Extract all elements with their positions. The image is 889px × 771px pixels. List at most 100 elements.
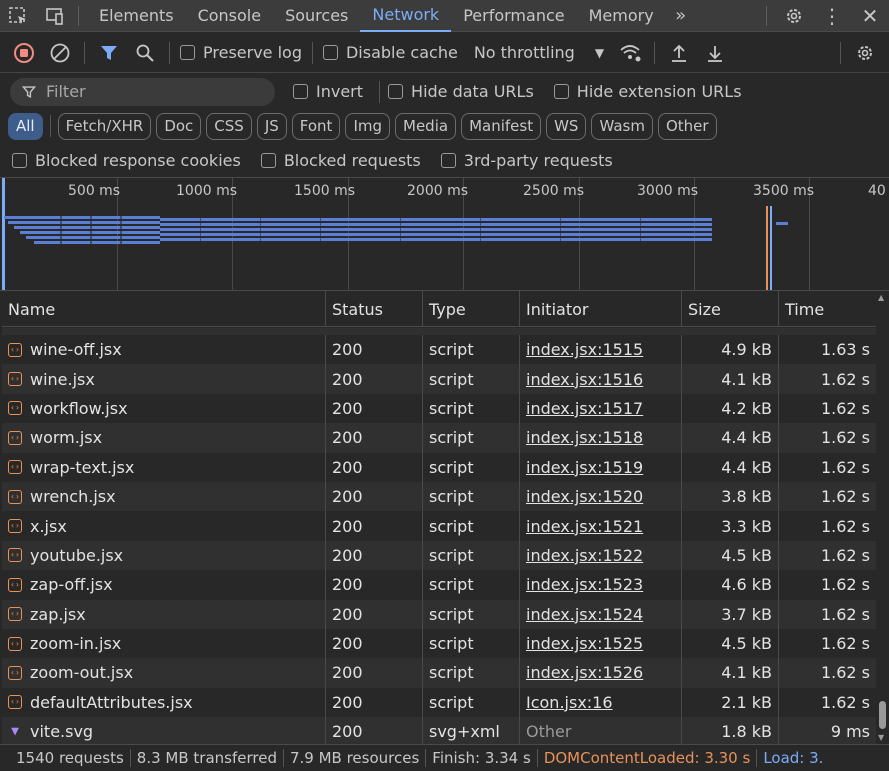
close-icon[interactable]: ✕: [851, 0, 889, 32]
network-conditions-icon[interactable]: [612, 37, 648, 69]
table-row[interactable]: ‹› zoom-in.jsx 200 script index.jsx:1525 4.5 …: [2, 628, 876, 659]
column-header-type[interactable]: Type: [423, 291, 520, 327]
preserve-log-checkbox[interactable]: Preserve log: [180, 43, 302, 62]
initiator-link[interactable]: index.jsx:1524: [526, 605, 643, 624]
scroll-down-arrow-icon[interactable]: ▼: [878, 733, 884, 742]
table-row[interactable]: ‹› workflow.jsx 200 script index.jsx:1517 4.2…: [2, 393, 876, 424]
cell-initiator: index.jsx:1515: [520, 335, 682, 365]
initiator-link[interactable]: index.jsx:1518: [526, 428, 643, 447]
table-row[interactable]: ‹› wine.jsx 200 script index.jsx:1516 4.1 kB 1…: [2, 364, 876, 394]
stop-recording-icon[interactable]: [6, 37, 42, 69]
initiator-link[interactable]: index.jsx:1525: [526, 634, 643, 653]
cell-initiator: index.jsx:1526: [520, 658, 682, 688]
network-overview-timeline[interactable]: 500 ms 1000 ms 1500 ms 2000 ms 2500 ms 3…: [0, 177, 889, 291]
invert-checkbox[interactable]: Invert: [293, 82, 363, 101]
tab-performance[interactable]: Performance: [451, 0, 576, 32]
checkbox-box[interactable]: [322, 45, 338, 60]
tab-sources[interactable]: Sources: [273, 0, 360, 32]
table-row[interactable]: ‹› wrap-text.jsx 200 script index.jsx:1519 4.…: [2, 452, 876, 482]
chip-other[interactable]: Other: [657, 112, 717, 140]
initiator-link[interactable]: index.jsx:1523: [526, 575, 643, 594]
column-header-name[interactable]: Name: [2, 291, 326, 327]
table-row[interactable]: ‹› x.jsx 200 script index.jsx:1521 3.3 kB 1.62…: [2, 511, 876, 541]
blocked-requests-checkbox[interactable]: Blocked requests: [260, 151, 421, 170]
hide-extension-urls-checkbox[interactable]: Hide extension URLs: [553, 82, 742, 101]
blocked-cookies-checkbox[interactable]: Blocked response cookies: [12, 151, 241, 170]
scroll-up-arrow-icon[interactable]: ▲: [878, 293, 884, 302]
checkbox-box[interactable]: [440, 152, 456, 168]
chip-doc[interactable]: Doc: [156, 112, 202, 140]
initiator-link[interactable]: index.jsx:1526: [526, 663, 643, 682]
cell-type: script: [423, 335, 520, 365]
chip-fetch-xhr[interactable]: Fetch/XHR: [57, 112, 152, 140]
initiator-link[interactable]: index.jsx:1520: [526, 487, 643, 506]
disable-cache-checkbox[interactable]: Disable cache: [322, 43, 458, 62]
settings-gear-icon[interactable]: [775, 0, 813, 32]
table-row[interactable]: ‹› wine-off.jsx 200 script index.jsx:1515 4.9…: [2, 335, 876, 365]
network-settings-gear-icon[interactable]: [847, 37, 883, 69]
table-row[interactable]: ▼ vite.svg 200 svg+xml Other 1.8 kB 9 ms: [2, 717, 876, 744]
initiator-link[interactable]: index.jsx:1519: [526, 458, 643, 477]
checkbox-box[interactable]: [180, 45, 195, 60]
chip-manifest[interactable]: Manifest: [461, 112, 542, 140]
tab-elements[interactable]: Elements: [87, 0, 186, 32]
checkbox-box[interactable]: [553, 84, 569, 99]
chip-media[interactable]: Media: [395, 112, 457, 140]
table-scrollbar[interactable]: ▲ ▼: [876, 291, 889, 744]
table-row[interactable]: ‹› zap.jsx 200 script index.jsx:1524 3.7 kB 1.…: [2, 599, 876, 629]
checkbox-box[interactable]: [293, 84, 308, 99]
checkbox-box[interactable]: [388, 84, 404, 99]
hide-data-urls-checkbox[interactable]: Hide data URLs: [388, 82, 534, 101]
chip-all[interactable]: All: [8, 112, 43, 140]
cell-size: 3.3 kB: [682, 511, 779, 541]
table-row[interactable]: ‹› defaultAttributes.jsx 200 script Icon.jsx…: [2, 687, 876, 718]
import-har-icon[interactable]: [661, 37, 697, 69]
tab-console[interactable]: Console: [186, 0, 274, 32]
cell-size: 4.4 kB: [682, 423, 779, 453]
throttling-select[interactable]: No throttling ▼: [474, 43, 604, 62]
initiator-link[interactable]: index.jsx:1522: [526, 546, 643, 565]
export-har-icon[interactable]: [697, 37, 733, 69]
initiator-link[interactable]: index.jsx:1517: [526, 399, 643, 418]
chip-font[interactable]: Font: [291, 112, 341, 140]
column-header-size[interactable]: Size: [682, 291, 779, 327]
initiator-link[interactable]: Icon.jsx:16: [526, 693, 613, 712]
cell-name: ‹› zoom-in.jsx: [2, 628, 326, 659]
checkbox-box[interactable]: [260, 152, 276, 168]
filter-input[interactable]: Filter: [10, 77, 275, 106]
script-file-icon: ‹›: [8, 577, 22, 592]
chip-css[interactable]: CSS: [206, 112, 252, 140]
column-header-time[interactable]: Time: [779, 291, 876, 327]
chip-img[interactable]: Img: [345, 112, 391, 140]
tab-network[interactable]: Network: [360, 0, 452, 32]
cell-time: 1.62 s: [820, 457, 870, 477]
initiator-link[interactable]: index.jsx:1515: [526, 340, 643, 359]
column-header-initiator[interactable]: Initiator: [520, 291, 682, 327]
table-row[interactable]: ‹› zoom-out.jsx 200 script index.jsx:1526 4.1…: [2, 658, 876, 688]
column-header-status[interactable]: Status: [326, 291, 423, 327]
cell-type: script: [423, 481, 520, 512]
initiator-link[interactable]: index.jsx:1521: [526, 517, 643, 536]
more-tabs-icon[interactable]: »: [666, 0, 696, 32]
table-row[interactable]: ‹› wrench.jsx 200 script index.jsx:1520 3.8 k…: [2, 481, 876, 512]
checkbox-box[interactable]: [12, 152, 27, 168]
initiator-link[interactable]: index.jsx:1516: [526, 370, 643, 389]
device-toolbar-icon[interactable]: [36, 0, 72, 32]
tab-separator: [766, 6, 767, 26]
chip-js[interactable]: JS: [256, 112, 287, 140]
table-row[interactable]: ‹› zap-off.jsx 200 script index.jsx:1523 4.6 …: [2, 570, 876, 600]
chip-wasm[interactable]: Wasm: [591, 112, 653, 140]
chip-ws[interactable]: WS: [546, 112, 587, 140]
table-row[interactable]: ‹› youtube.jsx 200 script index.jsx:1522 4.5 …: [2, 540, 876, 571]
clear-icon[interactable]: [42, 37, 78, 69]
table-row[interactable]: ‹› worm.jsx 200 script index.jsx:1518 4.4 kB 1…: [2, 423, 876, 453]
filter-funnel-icon[interactable]: [91, 37, 127, 69]
inspect-element-icon[interactable]: [0, 0, 36, 32]
scrollbar-thumb[interactable]: [879, 701, 886, 729]
search-icon[interactable]: [127, 37, 163, 69]
cell-type: script: [423, 570, 520, 600]
cell-status: 200: [326, 393, 423, 424]
third-party-checkbox[interactable]: 3rd-party requests: [440, 151, 613, 170]
tab-memory[interactable]: Memory: [577, 0, 666, 32]
kebab-menu-icon[interactable]: ⋮: [813, 0, 851, 32]
